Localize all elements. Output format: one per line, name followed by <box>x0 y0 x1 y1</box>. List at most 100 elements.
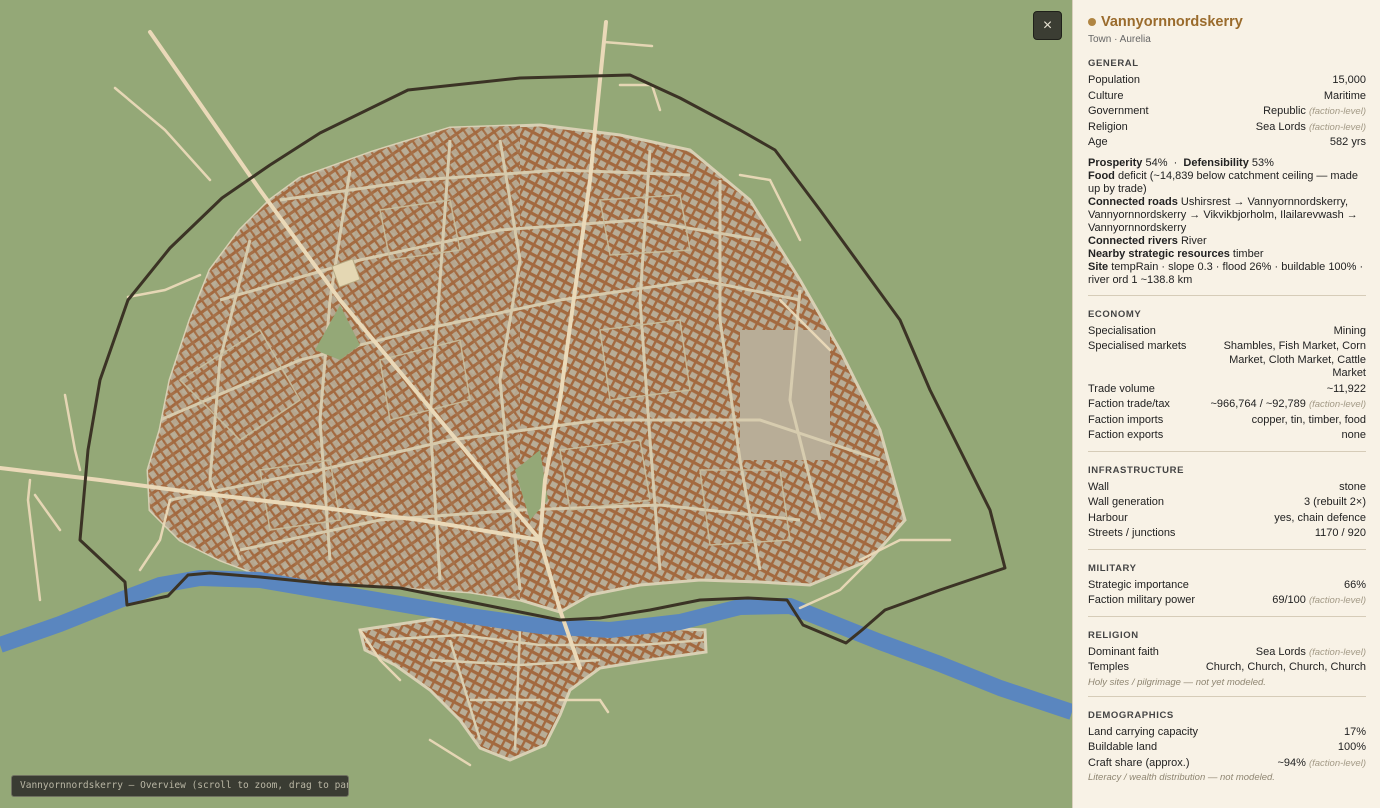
row-label: Faction military power <box>1088 594 1195 606</box>
row-value-text: 3 (rebuilt 2×) <box>1303 496 1366 508</box>
infrastructure-rows: Wall stone Wall generation 3 (rebuilt 2×) Ha… <box>1088 481 1366 541</box>
divider <box>1088 450 1366 452</box>
row-value-text: Sea Lords <box>1255 120 1306 133</box>
infrastructure-row: Wall generation 3 (rebuilt 2×) <box>1088 496 1366 510</box>
row-value-text: Maritime <box>1323 89 1366 102</box>
row-value-text: copper, tin, timber, food <box>1251 413 1366 426</box>
row-value: 69/100 (faction-level) <box>1272 594 1366 608</box>
map-canvas[interactable]: × Vannyornnordskerry — Overview (scroll … <box>0 0 1072 808</box>
divider <box>1088 548 1366 550</box>
row-scope-note: (faction-level) <box>1308 121 1366 133</box>
row-value: ~94% (faction-level) <box>1277 757 1366 771</box>
row-label: Harbour <box>1088 511 1128 524</box>
section-heading-demographics: DEMOGRAPHICS <box>1088 709 1174 721</box>
row-value-text: ~11,922 <box>1326 382 1366 395</box>
divider <box>1088 695 1366 697</box>
row-value-text: 100% <box>1337 741 1366 753</box>
religion-footnote: Holy sites / pilgrimage — not yet modele… <box>1088 676 1266 688</box>
strategic-resources-line: Nearby strategic resources timber <box>1088 247 1264 260</box>
site-line: Site tempRain · slope 0.3 · flood 26% · … <box>1088 260 1364 286</box>
economy-row: Faction imports copper, tin, timber, food <box>1088 414 1366 428</box>
town-map[interactable] <box>0 0 1072 808</box>
row-value-text: Mining <box>1333 324 1366 337</box>
settlement-title: Vannyornnordskerry <box>1101 14 1243 30</box>
row-value-text: none <box>1341 429 1366 441</box>
row-scope-note: (faction-level) <box>1308 595 1366 606</box>
infrastructure-row: Streets / junctions 1170 / 920 <box>1088 527 1366 541</box>
row-label: Dominant faith <box>1088 645 1159 658</box>
close-button[interactable]: × <box>1033 11 1062 40</box>
economy-row: Faction trade/tax ~966,764 / ~92,789 (fac… <box>1088 398 1366 412</box>
infrastructure-row: Harbour yes, chain defence <box>1088 512 1366 526</box>
economy-rows: Specialisation Mining Specialised markets S… <box>1088 325 1366 443</box>
row-value: 66% <box>1344 579 1366 593</box>
row-value: Mining <box>1334 325 1366 339</box>
settlement-info-panel[interactable]: Vannyornnordskerry Town · Aurelia GENERA… <box>1072 0 1380 808</box>
row-value-text: Republic <box>1263 105 1306 117</box>
row-value: yes, chain defence <box>1274 512 1366 526</box>
row-value: ~11,922 <box>1327 383 1366 397</box>
row-value: 1170 / 920 <box>1315 527 1366 541</box>
food-line: Food deficit (~14,839 below catchment ce… <box>1088 169 1358 195</box>
row-label: Wall generation <box>1088 496 1165 508</box>
row-label: Faction trade/tax <box>1088 398 1170 410</box>
connected-rivers-line: Connected rivers River <box>1088 234 1207 247</box>
row-label: Land carrying capacity <box>1088 725 1199 738</box>
row-label: Craft share (approx.) <box>1088 756 1190 769</box>
demographics-footnote: Literacy / wealth distribution — not mod… <box>1088 772 1275 783</box>
settlement-subtitle: Town · Aurelia <box>1088 34 1151 45</box>
military-row: Faction military power 69/100 (faction-le… <box>1088 594 1366 608</box>
row-value: Republic (faction-level) <box>1263 105 1366 119</box>
row-value-text: ~94% <box>1277 756 1306 769</box>
section-heading-infrastructure: INFRASTRUCTURE <box>1088 464 1185 476</box>
row-value-text: Church, Church, Church, Church <box>1205 661 1366 673</box>
row-label: Streets / junctions <box>1088 527 1176 539</box>
row-value: 3 (rebuilt 2×) <box>1304 496 1366 510</box>
economy-row: Trade volume ~11,922 <box>1088 383 1366 397</box>
divider <box>1088 615 1366 617</box>
row-label: Buildable land <box>1088 741 1158 753</box>
row-value: 15,000 <box>1332 74 1366 88</box>
infrastructure-row: Wall stone <box>1088 481 1366 495</box>
map-status-bar: Vannyornnordskerry — Overview (scroll to… <box>11 775 349 797</box>
row-label: Temples <box>1088 661 1129 673</box>
prosperity-line: Prosperity 54% · Defensibility 53% <box>1088 156 1274 169</box>
section-heading-economy: ECONOMY <box>1088 308 1142 320</box>
row-value: 582 yrs <box>1330 136 1366 150</box>
row-value: Maritime <box>1324 90 1366 104</box>
row-value-text: 69/100 <box>1272 594 1306 606</box>
row-label: Government <box>1088 105 1149 117</box>
row-scope-note: (faction-level) <box>1308 106 1366 117</box>
general-row: Age 582 yrs <box>1088 136 1366 150</box>
row-label: Wall <box>1088 480 1109 493</box>
general-row: Population 15,000 <box>1088 74 1366 88</box>
panel-header: Vannyornnordskerry <box>1088 14 1366 30</box>
row-value: 100% <box>1338 741 1366 755</box>
row-label: Specialisation <box>1088 324 1156 337</box>
general-row: Culture Maritime <box>1088 90 1366 104</box>
demographics-row: Buildable land 100% <box>1088 741 1366 755</box>
religion-rows: Dominant faith Sea Lords (faction-level) T… <box>1088 646 1366 675</box>
row-value-text: 17% <box>1343 725 1366 738</box>
row-value: ~966,764 / ~92,789 (faction-level) <box>1210 398 1366 412</box>
row-label: Trade volume <box>1088 382 1155 395</box>
general-row: Religion Sea Lords (faction-level) <box>1088 121 1366 135</box>
economy-row: Specialised markets Shambles, Fish Market… <box>1088 340 1366 381</box>
religion-row: Temples Church, Church, Church, Church <box>1088 661 1366 675</box>
row-value-text: stone <box>1339 480 1366 493</box>
row-value-text: yes, chain defence <box>1274 511 1366 524</box>
row-value: copper, tin, timber, food <box>1252 414 1366 428</box>
row-label: Culture <box>1088 89 1124 102</box>
section-heading-military: MILITARY <box>1088 562 1137 574</box>
row-label: Age <box>1088 136 1108 148</box>
row-value: 17% <box>1344 726 1366 740</box>
row-value-text: ~966,764 / ~92,789 <box>1210 398 1306 410</box>
economy-row: Specialisation Mining <box>1088 325 1366 339</box>
general-rows: Population 15,000 Culture Maritime Governmen… <box>1088 74 1366 150</box>
row-value-text: 66% <box>1343 578 1366 591</box>
row-value-text: 1170 / 920 <box>1314 527 1366 539</box>
military-rows: Strategic importance 66% Faction military … <box>1088 579 1366 608</box>
row-label: Population <box>1088 74 1140 86</box>
row-label: Strategic importance <box>1088 578 1189 591</box>
general-row: Government Republic (faction-level) <box>1088 105 1366 119</box>
